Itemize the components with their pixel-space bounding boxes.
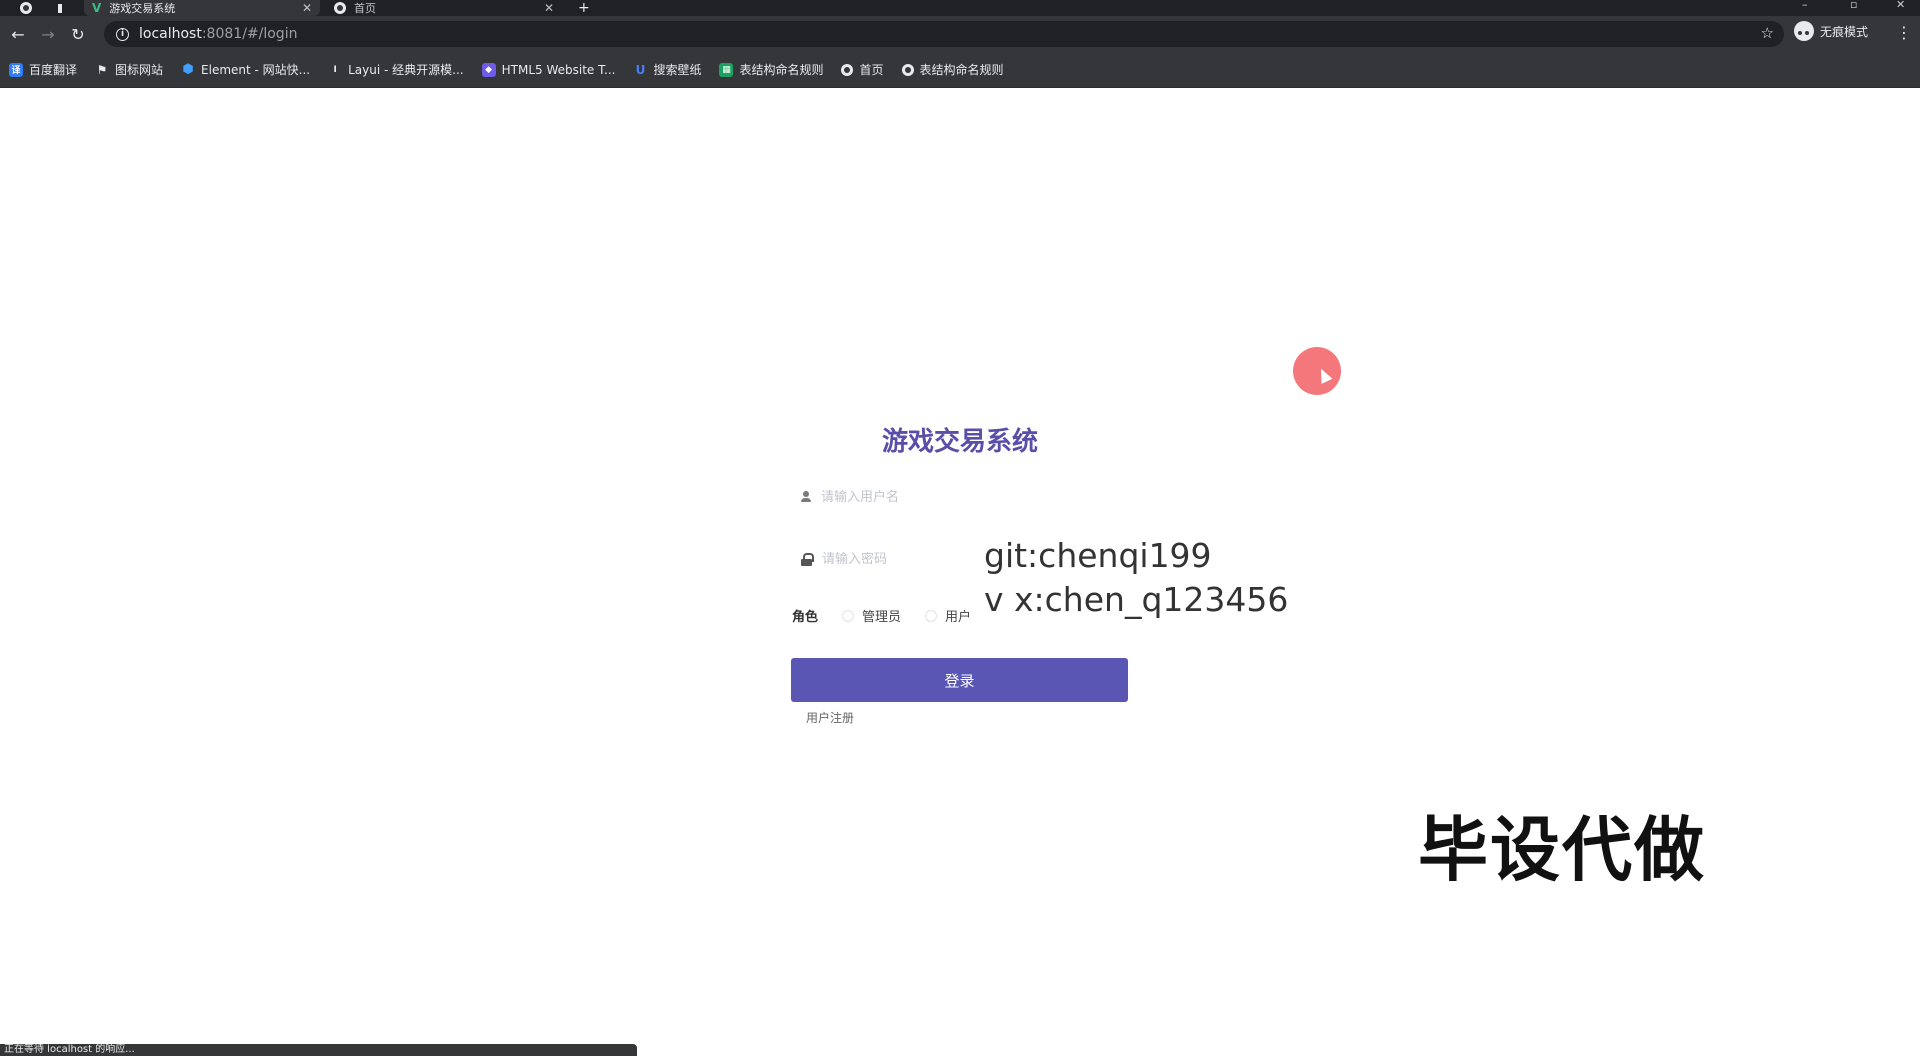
incognito-label: 无痕模式 bbox=[1820, 24, 1869, 39]
role-label: 角色 bbox=[792, 610, 819, 625]
window-icon[interactable] bbox=[50, 0, 70, 16]
tab-game-trade[interactable]: V 游戏交易系统 ✕ bbox=[84, 0, 320, 16]
bookmark-label: 表结构命名规则 bbox=[919, 63, 1004, 77]
radio-circle-icon[interactable] bbox=[925, 609, 938, 622]
git-text: git:chenqi199 bbox=[984, 536, 1212, 575]
html5-icon: ◆ bbox=[481, 62, 496, 77]
banner-text: 毕设代做 bbox=[1418, 809, 1706, 891]
username-input[interactable] bbox=[821, 489, 1101, 505]
role-option-label: 用户 bbox=[945, 610, 972, 625]
bookmark-item[interactable]: U 搜索壁纸 bbox=[633, 61, 702, 78]
bookmark-item[interactable]: Ⅰ Layui - 经典开源模... bbox=[328, 61, 463, 78]
tab-strip: V 游戏交易系统 ✕ 首页 ✕ + – ▫ ✕ bbox=[0, 0, 1920, 16]
globe-icon bbox=[20, 2, 32, 14]
user-icon bbox=[801, 491, 811, 503]
minimize-icon[interactable]: – bbox=[1802, 0, 1808, 10]
contact-overlay: git:chenqi199 v x:chen_q123456 bbox=[984, 534, 1288, 622]
close-window-icon[interactable]: ✕ bbox=[1896, 0, 1905, 10]
wx-text: v x:chen_q123456 bbox=[984, 580, 1289, 619]
info-icon[interactable]: i bbox=[116, 27, 129, 41]
flag-icon: ⚑ bbox=[96, 62, 108, 77]
plus-icon: + bbox=[578, 0, 590, 16]
username-field[interactable] bbox=[791, 479, 1127, 515]
translate-icon: 译 bbox=[9, 62, 23, 77]
url-host: localhost bbox=[139, 26, 202, 42]
globe-icon bbox=[334, 2, 346, 14]
role-option-label: 管理员 bbox=[862, 610, 902, 625]
bookmark-label: 百度翻译 bbox=[29, 63, 78, 77]
bookmark-label: 图标网站 bbox=[115, 63, 164, 77]
sheet-icon: ▦ bbox=[719, 62, 734, 77]
globe-icon bbox=[901, 63, 914, 76]
bookmark-label: HTML5 Website T... bbox=[501, 62, 616, 77]
wallpaper-icon: U bbox=[635, 62, 646, 77]
incognito-profile[interactable]: 无痕模式 bbox=[1794, 21, 1868, 41]
vue-icon: V bbox=[92, 1, 102, 15]
bookmark-label: 搜索壁纸 bbox=[653, 63, 702, 77]
status-bar: 正在等待 localhost 的响应... bbox=[0, 1044, 637, 1056]
window-icon bbox=[58, 3, 62, 13]
bookmark-label: 表结构命名规则 bbox=[739, 63, 824, 77]
login-title: 游戏交易系统 bbox=[881, 427, 1038, 457]
bookmark-item[interactable]: 首页 bbox=[841, 61, 884, 78]
restore-icon[interactable]: ▫ bbox=[1850, 0, 1857, 10]
lock-icon bbox=[801, 552, 814, 566]
login-button[interactable]: 登录 bbox=[791, 658, 1128, 702]
incognito-icon bbox=[1794, 21, 1814, 41]
tab-home[interactable]: 首页 ✕ bbox=[326, 0, 562, 16]
role-radio-user[interactable]: 用户 bbox=[925, 606, 971, 625]
role-selector: 角色 管理员 用户 bbox=[792, 606, 995, 625]
bookmark-label: Layui - 经典开源模... bbox=[348, 63, 464, 77]
forward-icon[interactable]: → bbox=[33, 25, 63, 44]
bookmark-item[interactable]: ⬢ Element - 网站快... bbox=[181, 61, 310, 78]
close-icon[interactable]: ✕ bbox=[544, 1, 554, 15]
bookmark-item[interactable]: 表结构命名规则 bbox=[901, 61, 1004, 78]
bookmark-item[interactable]: ⚑ 图标网站 bbox=[95, 61, 163, 78]
star-icon[interactable]: ☆ bbox=[1761, 24, 1774, 42]
bookmarks-bar: 译 百度翻译 ⚑ 图标网站 ⬢ Element - 网站快... Ⅰ Layui… bbox=[0, 52, 1920, 88]
radio-circle-icon[interactable] bbox=[842, 609, 855, 622]
browser-toolbar: ← → ↻ i localhost:8081/#/login ☆ 无痕模式 ⋮ bbox=[0, 16, 1920, 52]
bookmark-item[interactable]: ◆ HTML5 Website T... bbox=[481, 62, 616, 77]
new-tab-button[interactable]: + bbox=[570, 0, 594, 16]
element-icon: ⬢ bbox=[182, 62, 194, 77]
bookmark-label: 首页 bbox=[859, 63, 884, 77]
reload-icon[interactable]: ↻ bbox=[63, 25, 93, 44]
bookmark-item[interactable]: 译 百度翻译 bbox=[9, 61, 77, 78]
role-radio-admin[interactable]: 管理员 bbox=[842, 606, 901, 625]
register-link[interactable]: 用户注册 bbox=[806, 709, 854, 726]
address-bar[interactable]: i localhost:8081/#/login ☆ bbox=[104, 21, 1784, 47]
back-icon[interactable]: ← bbox=[3, 25, 33, 44]
bookmark-label: Element - 网站快... bbox=[201, 63, 311, 77]
close-icon[interactable]: ✕ bbox=[302, 1, 312, 15]
layui-icon: Ⅰ bbox=[333, 64, 337, 75]
bookmark-item[interactable]: ▦ 表结构命名规则 bbox=[719, 61, 823, 78]
tab-title: 游戏交易系统 bbox=[109, 2, 176, 15]
tab-title: 首页 bbox=[354, 2, 376, 15]
globe-icon bbox=[841, 63, 854, 76]
browser-menu-icon[interactable] bbox=[12, 0, 42, 16]
login-page: 游戏交易系统 角色 管理员 用户 登录 用户注册 git:chenqi199 v… bbox=[0, 89, 1920, 1056]
url-path: :8081/#/login bbox=[201, 26, 298, 42]
more-menu-icon[interactable]: ⋮ bbox=[1896, 25, 1912, 41]
